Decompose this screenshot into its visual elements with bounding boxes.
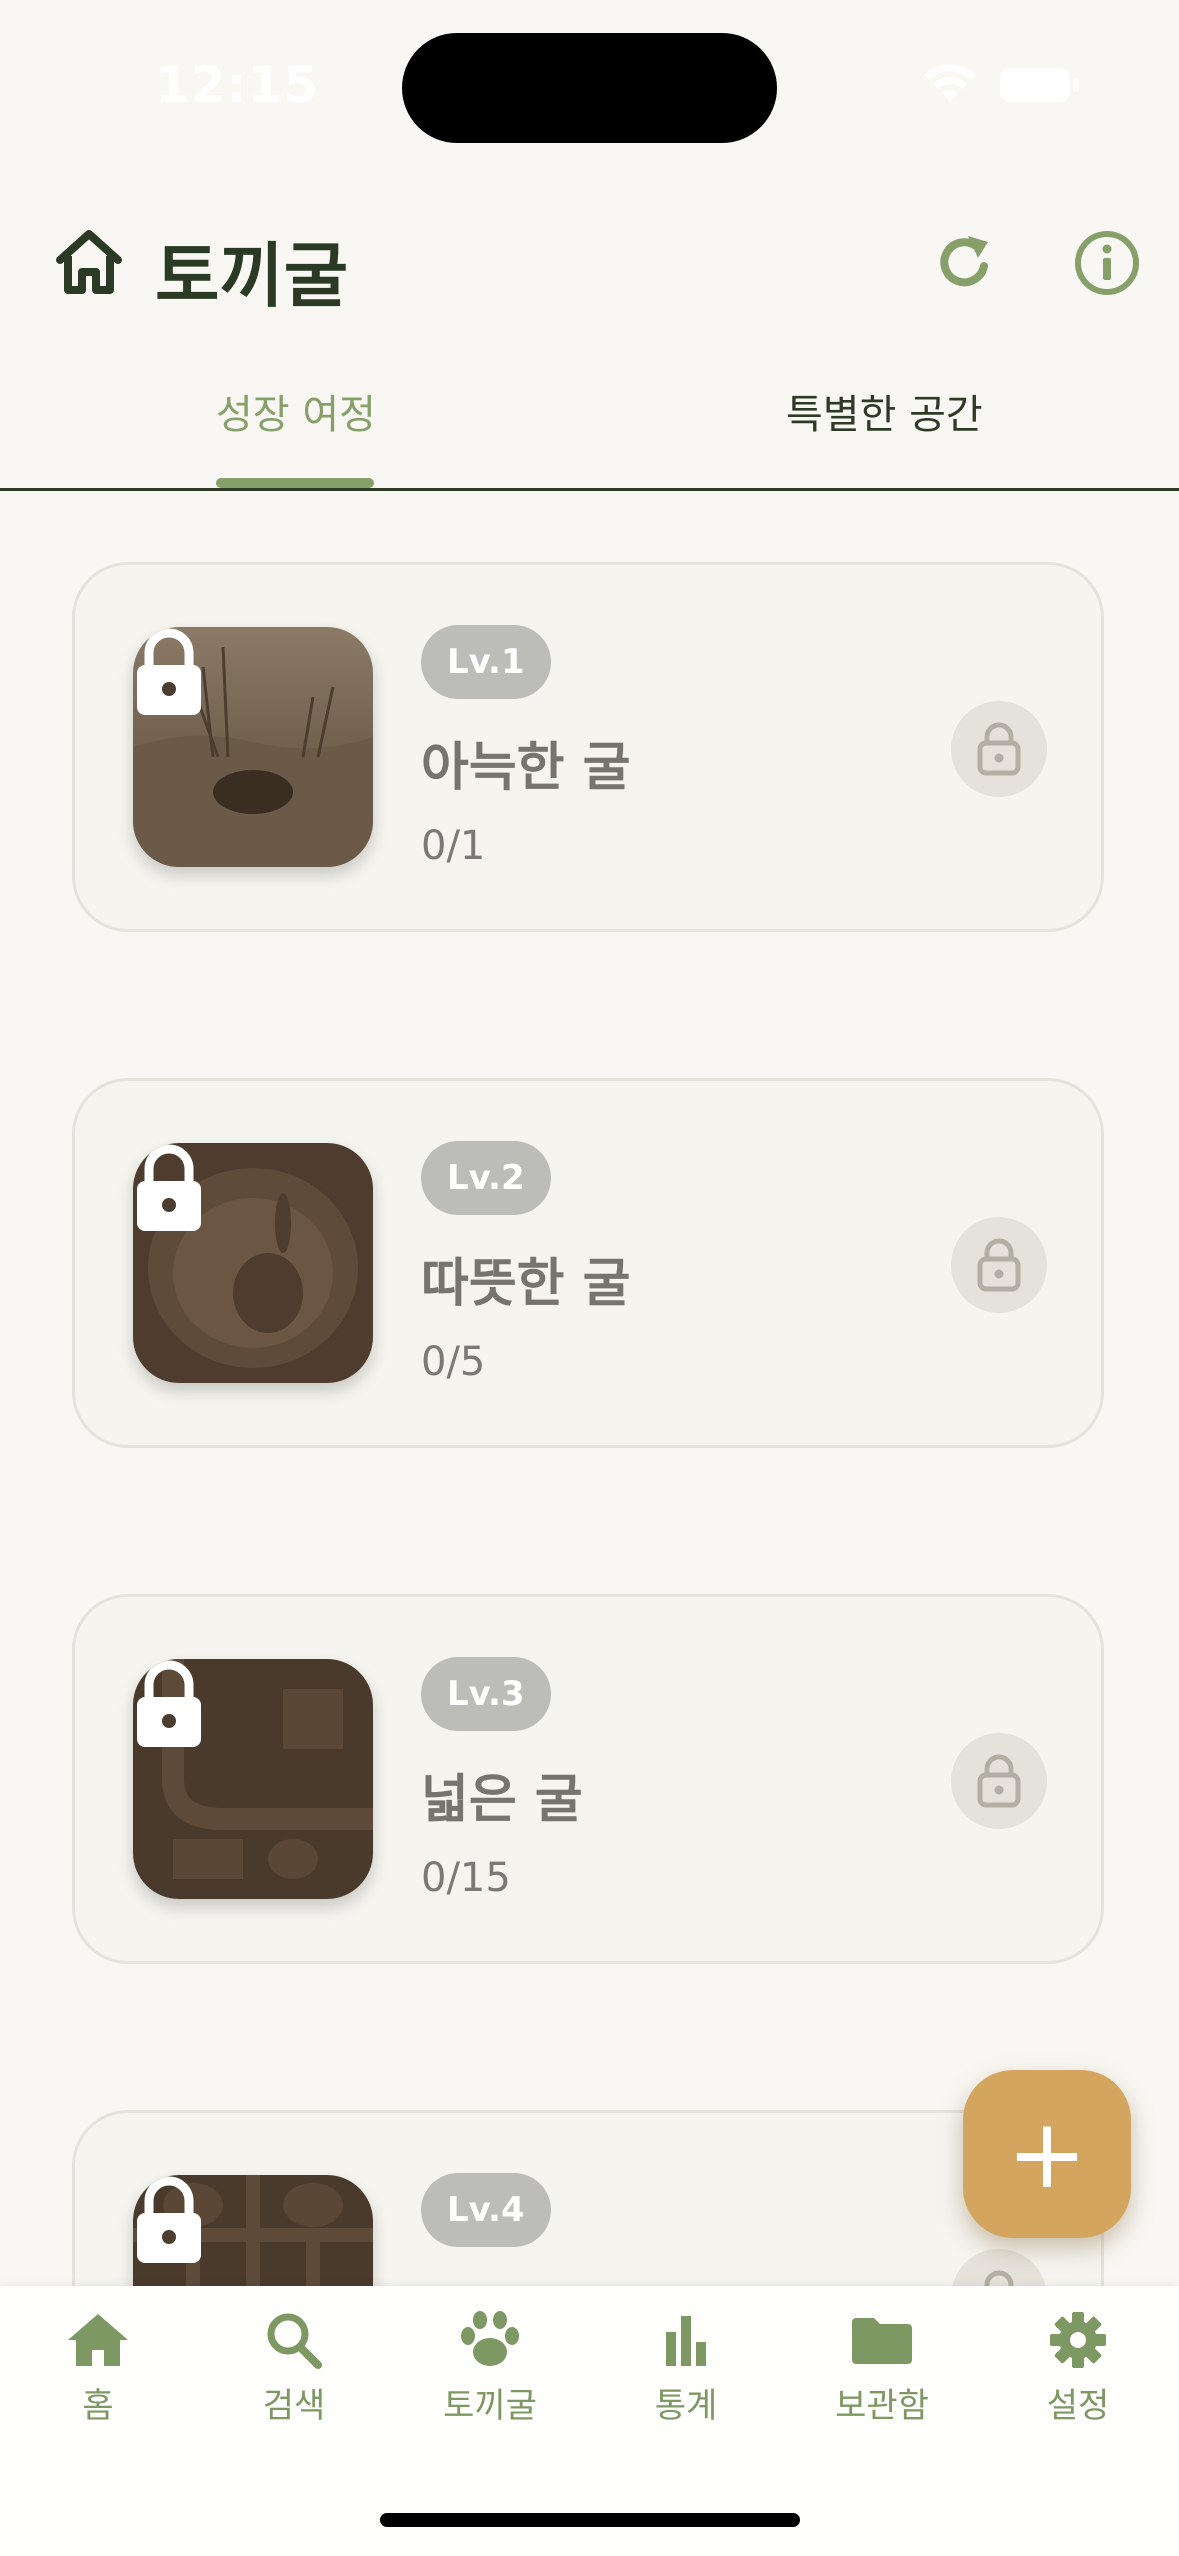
small-lock-icon	[977, 1238, 1021, 1292]
burrow-card-lv2[interactable]: Lv.2 따뜻한 굴 0/5	[72, 1078, 1104, 1448]
dynamic-island	[402, 33, 777, 143]
nav-stats[interactable]: 통계	[588, 2310, 784, 2450]
home-indicator	[380, 2513, 800, 2527]
folder-icon	[852, 2318, 912, 2364]
tab-selected-indicator	[216, 478, 374, 488]
lock-icon	[137, 1144, 201, 1231]
header: 토끼굴	[0, 200, 1179, 330]
burrow-card-lv3[interactable]: Lv.3 넓은 굴 0/15	[72, 1594, 1104, 1964]
burrow-card-lv1[interactable]: Lv.1 아늑한 굴 0/1	[72, 562, 1104, 932]
tab-bar: 성장 여정 특별한 공간	[0, 360, 1179, 491]
burrow-name: 따뜻한 굴	[421, 1254, 631, 1314]
nav-search[interactable]: 검색	[196, 2310, 392, 2450]
tab-growth-journey[interactable]: 성장 여정	[216, 382, 376, 440]
home-icon[interactable]	[52, 226, 126, 300]
status-time: 12:15	[155, 56, 320, 114]
small-lock-icon	[977, 722, 1021, 776]
bar-chart-icon	[666, 2316, 706, 2366]
refresh-icon[interactable]	[930, 228, 1000, 298]
tab-special-space[interactable]: 특별한 공간	[786, 382, 983, 440]
level-badge: Lv.2	[421, 1141, 551, 1215]
level-badge: Lv.1	[421, 625, 551, 699]
battery-icon	[1000, 68, 1070, 102]
burrow-progress: 0/15	[421, 1855, 511, 1901]
battery-tip	[1073, 78, 1079, 92]
plus-icon: +	[1006, 2098, 1088, 2210]
burrow-progress: 0/1	[421, 823, 486, 869]
nav-home[interactable]: 홈	[0, 2310, 196, 2450]
level-badge: Lv.4	[421, 2173, 551, 2247]
lock-icon	[137, 1660, 201, 1747]
burrow-thumbnail	[133, 1659, 373, 1899]
lock-status-icon	[951, 701, 1047, 797]
nav-label: 토끼굴	[443, 2386, 537, 2426]
burrow-thumbnail	[133, 1143, 373, 1383]
gear-icon	[1050, 2312, 1106, 2368]
level-badge: Lv.3	[421, 1657, 551, 1731]
lock-status-icon	[951, 1733, 1047, 1829]
paw-icon	[461, 2311, 519, 2366]
nav-label: 통계	[654, 2386, 718, 2426]
nav-burrow[interactable]: 토끼굴	[392, 2310, 588, 2450]
nav-label: 검색	[262, 2386, 326, 2426]
wifi-icon	[924, 64, 976, 102]
nav-label: 설정	[1046, 2386, 1110, 2426]
burrow-thumbnail	[133, 627, 373, 867]
add-button[interactable]: +	[963, 2070, 1131, 2238]
home-icon	[68, 2314, 128, 2366]
status-bar: 12:15	[0, 0, 1179, 160]
lock-icon	[137, 2176, 201, 2263]
nav-archive[interactable]: 보관함	[784, 2310, 980, 2450]
page-title: 토끼굴	[155, 235, 349, 317]
burrow-name: 아늑한 굴	[421, 738, 631, 798]
info-icon[interactable]	[1072, 228, 1142, 298]
small-lock-icon	[977, 1754, 1021, 1808]
burrow-progress: 0/5	[421, 1339, 486, 1385]
nav-label: 홈	[82, 2386, 114, 2426]
lock-icon	[137, 628, 201, 715]
lock-status-icon	[951, 1217, 1047, 1313]
search-icon	[267, 2313, 322, 2369]
nav-settings[interactable]: 설정	[980, 2310, 1176, 2450]
burrow-name: 넓은 굴	[421, 1770, 583, 1830]
nav-label: 보관함	[835, 2386, 929, 2426]
